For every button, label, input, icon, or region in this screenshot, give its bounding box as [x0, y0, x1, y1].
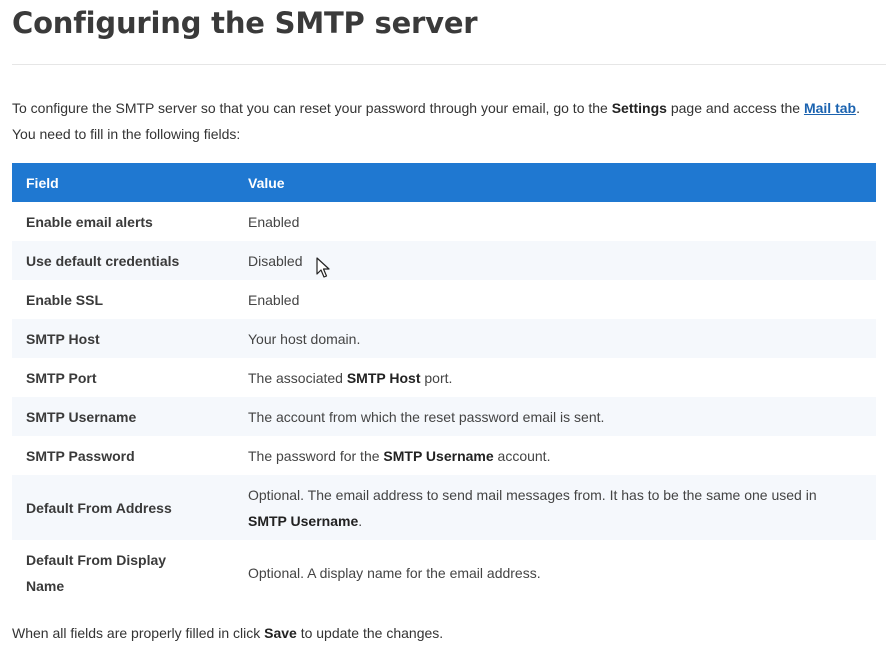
value-emphasis: SMTP Username [383, 447, 494, 464]
value-text: port. [420, 369, 453, 386]
field-name-cell: SMTP Host [26, 330, 100, 347]
table-row: Use default credentials Disabled [12, 241, 876, 280]
field-value-cell: Optional. A display name for the email a… [238, 540, 876, 605]
field-name-cell: Default From Display Name [26, 551, 167, 594]
field-name-cell: Use default credentials [26, 252, 180, 269]
table-row: Default From Display Name Optional. A dis… [12, 540, 876, 605]
column-header-value: Value [248, 174, 285, 191]
value-text: The account from which the reset passwor… [248, 408, 605, 425]
field-name-cell: SMTP Username [26, 408, 137, 425]
intro-paragraph: To configure the SMTP server so that you… [12, 95, 878, 147]
table-row: SMTP Host Your host domain. [12, 319, 876, 358]
intro-text-2: page and access the [666, 100, 804, 116]
field-name-cell: Enable email alerts [26, 213, 153, 230]
page-title: Configuring the SMTP server [12, 6, 478, 40]
table-row: Enable email alerts Enabled [12, 202, 876, 241]
field-name-cell: SMTP Port [26, 369, 97, 386]
field-name-cell: SMTP Password [26, 447, 135, 464]
value-text: Disabled [248, 252, 303, 269]
value-text: The password for the [248, 447, 384, 464]
value-emphasis: SMTP Host [346, 369, 421, 386]
smtp-fields-table: Field Value Enable email alerts Enabled Us… [12, 163, 876, 605]
table-row: Enable SSL Enabled [12, 280, 876, 319]
field-value-cell: Disabled [238, 241, 876, 280]
table-header-row: Field Value [12, 163, 876, 202]
value-text: Optional. A display name for the email a… [248, 564, 541, 581]
intro-text-1: To configure the SMTP server so that you… [12, 100, 612, 116]
value-text: The associated [248, 369, 347, 386]
field-value-cell: Enabled [238, 202, 876, 241]
save-label: Save [264, 625, 297, 641]
mouse-pointer-icon [316, 257, 330, 278]
settings-label: Settings [611, 100, 667, 116]
field-name-cell: Default From Address [26, 499, 172, 516]
value-emphasis: SMTP Username [248, 512, 359, 529]
field-value-cell: The password for the SMTP Username accou… [238, 436, 876, 475]
field-value-cell: The associated SMTP Host port. [238, 358, 876, 397]
table-row: SMTP Password The password for the SMTP U… [12, 436, 876, 475]
field-value-cell: Your host domain. [238, 319, 876, 358]
field-value-cell: The account from which the reset passwor… [238, 397, 876, 436]
table-row: Default From Address Optional. The email … [12, 475, 876, 540]
field-value-cell: Optional. The email address to send mail… [238, 475, 876, 540]
divider [12, 64, 886, 65]
value-text: . [358, 512, 363, 529]
footer-paragraph: When all fields are properly filled in c… [12, 620, 443, 646]
mail-tab-link[interactable]: Mail tab [804, 100, 856, 116]
value-text: account. [493, 447, 551, 464]
value-text: Optional. The email address to send mail… [248, 486, 817, 503]
value-text: Enabled [248, 291, 300, 308]
footer-text-1: When all fields are properly filled in c… [12, 625, 265, 641]
value-text: Enabled [248, 213, 300, 230]
field-name-cell: Enable SSL [26, 291, 104, 308]
table-row: SMTP Port The associated SMTP Host port. [12, 358, 876, 397]
column-header-field: Field [26, 174, 59, 191]
value-text: Your host domain. [248, 330, 361, 347]
field-value-cell: Enabled [238, 280, 876, 319]
table-row: SMTP Username The account from which the … [12, 397, 876, 436]
footer-text-2: to update the changes. [296, 625, 444, 641]
